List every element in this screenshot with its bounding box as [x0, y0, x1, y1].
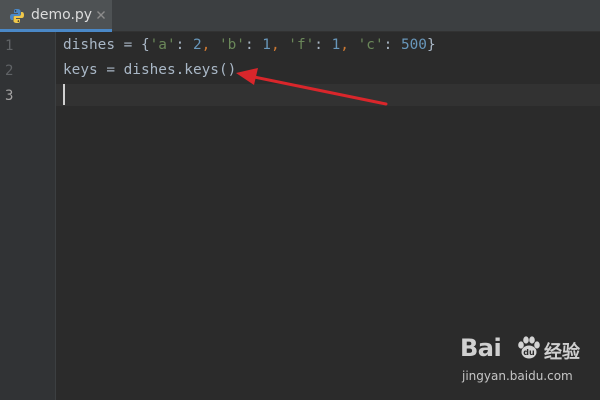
- paw-logo-icon: du: [518, 336, 540, 359]
- number-literal: 500: [400, 37, 427, 53]
- watermark-url: jingyan.baidu.com: [462, 369, 573, 383]
- current-line-highlight: [56, 84, 600, 106]
- watermark-brand: Bai: [460, 334, 502, 362]
- code-text: :: [383, 37, 401, 53]
- watermark-suffix: 经验: [544, 342, 580, 363]
- code-line-2[interactable]: keys = dishes.keys(): [63, 61, 236, 79]
- number-literal: 1: [331, 37, 341, 53]
- tab-demo-py[interactable]: demo.py: [0, 0, 112, 32]
- line-number-1: 1: [5, 38, 14, 54]
- comma: ,: [340, 37, 358, 53]
- number-literal: 1: [262, 37, 271, 53]
- line-number-3: 3: [5, 88, 14, 104]
- comma: ,: [270, 37, 289, 53]
- svg-text:du: du: [523, 348, 535, 357]
- string-literal: 'c': [357, 37, 384, 53]
- comma: ,: [201, 37, 219, 53]
- code-editor-window: demo.py 1 2 3 dishes = {'a': 2, 'b': 1, …: [0, 0, 600, 400]
- code-text: dishes = {: [63, 37, 150, 53]
- editor-tab-bar: demo.py: [0, 0, 600, 32]
- code-text: :: [244, 37, 263, 53]
- string-literal: 'a': [149, 37, 176, 53]
- line-number-gutter[interactable]: 1 2 3: [0, 32, 56, 400]
- code-text: :: [314, 37, 332, 53]
- code-line-1[interactable]: dishes = {'a': 2, 'b': 1, 'f': 1, 'c': 5…: [63, 36, 436, 54]
- number-literal: 2: [192, 37, 202, 53]
- python-file-icon: [10, 9, 24, 23]
- code-text: }: [426, 37, 436, 53]
- string-literal: 'f': [288, 37, 315, 53]
- text-caret: [63, 84, 65, 105]
- string-literal: 'b': [218, 37, 245, 53]
- tab-filename: demo.py: [31, 7, 93, 23]
- close-icon[interactable]: [95, 9, 107, 21]
- code-text: :: [175, 37, 193, 53]
- line-number-2: 2: [5, 63, 14, 79]
- baidu-jingyan-watermark: Bai du 经验 jingyan.baidu.com: [460, 334, 596, 390]
